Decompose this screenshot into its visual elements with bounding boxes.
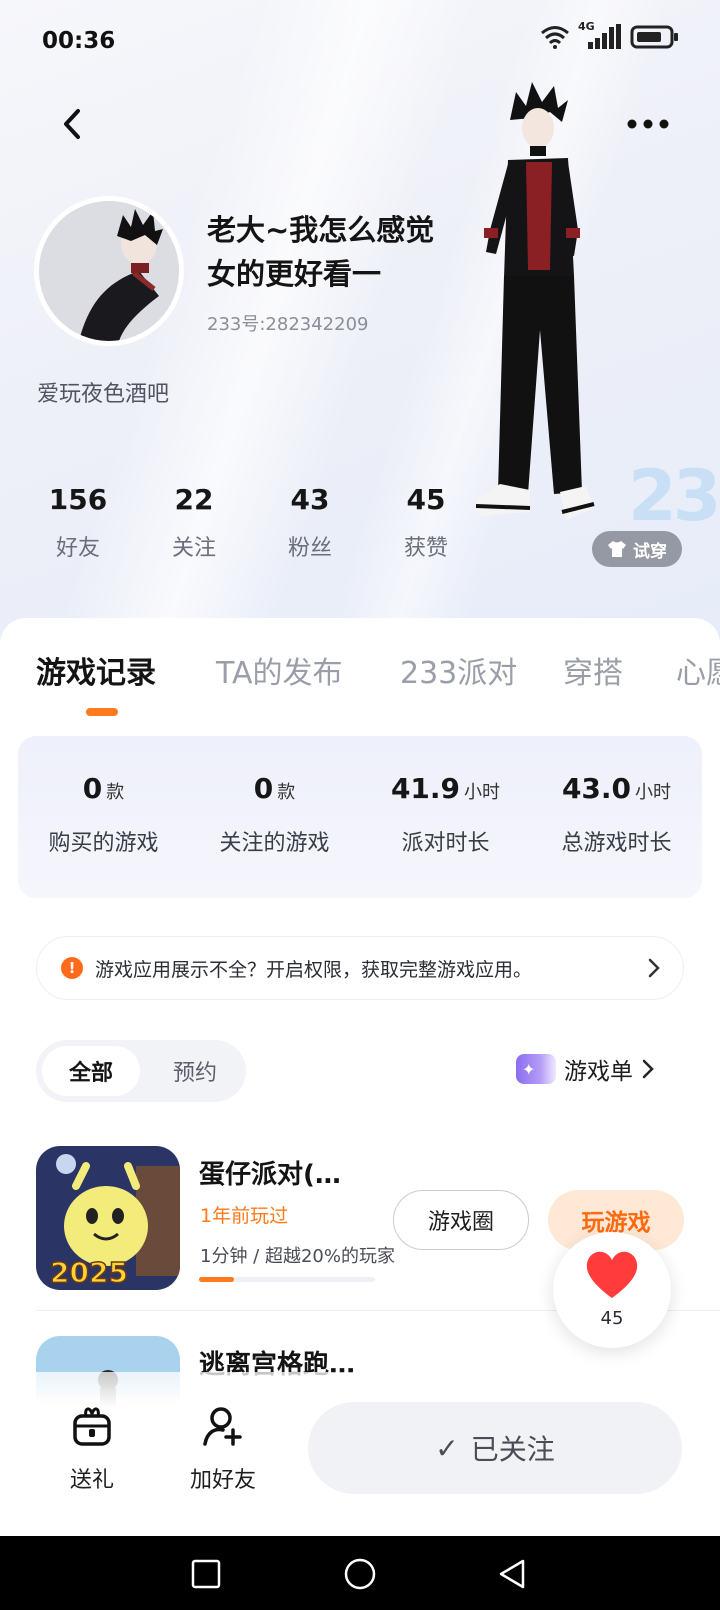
avatar-3d-character[interactable] [470,80,650,550]
like-count: 45 [600,1308,624,1329]
notice-text: 游戏应用展示不全？开启权限，获取完整游戏应用。 [95,958,533,981]
send-gift-label: 送礼 [69,1468,114,1493]
system-navigation-bar [0,1536,720,1610]
game-list-label: 游戏单 [564,1059,633,1085]
gift-icon [73,1407,111,1446]
stat-value: 22 [174,483,214,516]
wifi-icon [541,26,569,49]
chevron-right-icon [648,958,660,978]
summary-total-time[interactable]: 43.0 小时 总游戏时长 [531,772,702,857]
summary-followed[interactable]: 0款 关注的游戏 [189,772,360,857]
summary-value: 0款 [82,772,125,805]
back-button[interactable] [52,104,92,144]
tab-outfits[interactable]: 穿搭 [563,648,623,692]
add-friend-icon [203,1407,242,1446]
home-button[interactable] [342,1556,378,1592]
check-icon: ✓ [435,1431,459,1465]
game-list-link[interactable]: ✦ 游戏单 [516,1052,655,1086]
stat-label: 获赞 [403,536,448,561]
battery-icon [630,25,678,49]
status-time: 00:36 [42,28,116,54]
shirt-icon [608,541,626,557]
cellular-signal-icon: 4G [578,20,622,50]
nickname: 老大~我怎么感觉女的更好看一 [207,213,435,291]
bio-text: 爱玩夜色酒吧 [37,382,170,407]
filter-all[interactable]: 全部 [42,1046,140,1096]
followed-label: 已关注 [470,1433,555,1466]
tab-wishlist[interactable]: 心愿 [676,648,720,692]
stat-label: 关注 [171,536,216,561]
like-button[interactable]: 45 [553,1232,671,1348]
stat-value: 43 [290,483,330,516]
sparkle-icon: ✦ [516,1054,556,1084]
avatar-character-image [39,201,179,341]
game-play-stat: 1分钟 / 超越20%的玩家 [200,1246,395,1267]
send-gift-button[interactable]: 送礼 [56,1404,128,1494]
profile-stats: 156 好友 22 关注 43 粉丝 45 获赞 [20,482,484,562]
bottom-action-bar: 送礼 加好友 ✓ 已关注 [0,1372,720,1536]
stat-following[interactable]: 22 关注 [136,482,252,562]
game-progress-bar [199,1277,375,1282]
stat-value: 156 [48,483,108,516]
tab-ta-posts[interactable]: TA的发布 [216,648,343,692]
circle-icon [344,1558,376,1590]
add-friend-label: 加好友 [189,1468,256,1493]
character-figure-image [475,82,595,520]
avatar[interactable] [34,196,184,346]
status-icons: 4G [540,20,680,50]
try-on-button[interactable]: 试穿 [592,531,682,567]
try-on-label: 试穿 [633,541,667,562]
game-title: 蛋仔派对(… [199,1160,341,1190]
square-icon [191,1559,221,1589]
stat-label: 粉丝 [287,536,332,561]
triangle-back-icon [499,1559,525,1589]
stat-value: 45 [406,483,446,516]
game-last-played: 1年前玩过 [200,1205,289,1227]
summary-label: 总游戏时长 [561,831,672,856]
game-icon-eggy-party[interactable]: 2025 [36,1146,180,1290]
game-filter-toggle: 全部 预约 [36,1040,246,1102]
recent-apps-button[interactable] [188,1556,224,1592]
stat-friends[interactable]: 156 好友 [20,482,136,562]
summary-value: 41.9 小时 [390,772,501,805]
svg-text:2025: 2025 [50,1256,128,1289]
stat-fans[interactable]: 43 粉丝 [252,482,368,562]
summary-party-time[interactable]: 41.9 小时 派对时长 [360,772,531,857]
permission-notice-banner[interactable]: ! 游戏应用展示不全？开启权限，获取完整游戏应用。 [36,936,684,1000]
chevron-left-icon [64,109,80,139]
game-progress-fill [199,1277,235,1282]
summary-label: 派对时长 [401,831,490,856]
summary-purchased[interactable]: 0款 购买的游戏 [18,772,189,857]
filter-reserve[interactable]: 预约 [156,1046,234,1096]
game-circle-button[interactable]: 游戏圈 [393,1190,529,1250]
summary-value: 43.0 小时 [561,772,672,805]
back-nav-button[interactable] [494,1556,530,1592]
heart-icon [586,1251,638,1298]
status-bar: 00:36 4G [0,0,720,84]
summary-label: 关注的游戏 [219,831,330,856]
summary-value: 0款 [253,772,296,805]
tab-game-records[interactable]: 游戏记录 [36,648,156,692]
game-summary-card: 0款 购买的游戏 0款 关注的游戏 41.9 小时 派对时长 43.0 小时 总游戏… [18,736,702,898]
profile-tabs: 游戏记录 TA的发布 233派对 穿搭 心愿 [0,648,720,708]
eggy-party-artwork: 2025 [36,1146,180,1290]
user-id[interactable]: 233号:282342209 [207,310,369,336]
stat-likes[interactable]: 45 获赞 [368,482,484,562]
chevron-right-icon [642,1059,654,1079]
followed-button[interactable]: ✓ 已关注 [308,1402,682,1494]
tab-233-party[interactable]: 233派对 [400,648,517,692]
add-friend-button[interactable]: 加好友 [183,1404,263,1494]
summary-label: 购买的游戏 [48,831,159,856]
active-tab-indicator [86,708,118,716]
stat-label: 好友 [55,536,100,561]
warning-icon: ! [61,957,83,979]
